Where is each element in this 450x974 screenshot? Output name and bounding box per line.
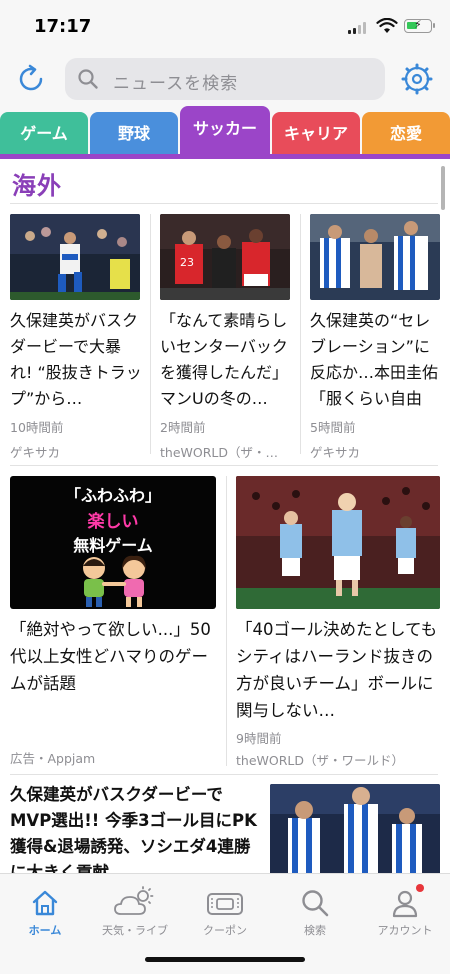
search-input[interactable]: ニュースを検索 [65,58,385,100]
status-bar: 17:17 ⚡ [0,0,450,54]
nav-weather-label: 天気・ライブ [102,924,168,937]
article-time: 9時間前 [236,731,282,746]
search-placeholder: ニュースを検索 [113,74,239,94]
divider [10,203,438,204]
ad-banner-line1: 「ふわふわ」 [64,486,161,505]
wifi-icon [376,18,398,33]
search-header: ニュースを検索 [0,54,450,110]
tab-love[interactable]: 恋愛 [362,112,450,155]
signal-icon [348,22,370,34]
article-card[interactable]: 23 「なんて素晴らしいセンターバックを獲得したんだ」マンUの冬の… 2時間前 … [160,214,290,464]
svg-text:23: 23 [180,256,194,269]
weather-icon [114,886,154,915]
article-card[interactable]: 久保建英がバスクダービーでMVP選出!! 今季3ゴール目にPK獲得&退場誘発、ソ… [10,782,440,874]
search-icon [302,890,329,917]
article-thumbnail [236,476,440,609]
article-title: 久保建英の“セレブレーション”に反応か…本田圭佑「服くらい自由に… [310,311,439,408]
scrollbar[interactable] [441,166,445,210]
home-indicator [145,957,305,962]
article-card[interactable]: 久保建英の“セレブレーション”に反応か…本田圭佑「服くらい自由に… 5時間前 ゲ… [310,214,440,464]
article-source: ゲキサカ [310,445,361,460]
gear-icon[interactable] [400,62,434,96]
article-card[interactable]: 久保建英がバスクダービーで大暴れ! “股抜きトラップ”から… 10時間前 ゲキサ… [10,214,142,464]
ad-sponsor: 広告・Appjam [10,751,96,766]
category-tabs: ゲーム 野球 サッカー キャリア 恋愛 [0,104,450,158]
section-title: 海外 [12,172,62,200]
article-thumbnail [10,214,140,300]
article-title: 久保建英がバスクダービーで大暴れ! “股抜きトラップ”から… [10,311,142,408]
article-title: 久保建英がバスクダービーでMVP選出!! 今季3ゴール目にPK獲得&退場誘発、ソ… [10,785,257,874]
article-time: 10時間前 [10,420,64,435]
article-source: ゲキサカ [10,445,61,460]
ad-banner-line2: 楽しい [87,512,139,532]
ad-banner-line3: 無料ゲーム [73,536,153,555]
nav-home[interactable]: ホーム [0,884,90,938]
battery-icon: ⚡ [404,18,435,33]
home-icon [32,890,58,916]
article-thumbnail [270,784,440,874]
status-time: 17:17 [34,16,92,37]
tab-underline [0,154,450,159]
nav-search[interactable]: 検索 [270,884,360,938]
article-title: 「40ゴール決めたとしてもシティはハーランド抜きの方が良いチーム」ボールに関与し… [236,620,438,720]
article-time: 2時間前 [160,420,206,435]
article-source: theWORLD（ザ・ワールド） [236,753,404,768]
article-source: theWORLD（ザ・… [160,445,278,460]
nav-coupon-label: クーポン [203,924,247,937]
nav-home-label: ホーム [28,924,62,937]
article-time: 5時間前 [310,420,356,435]
ad-title: 「絶対やって欲しい...」50代以上女性どハマりのゲームが話題 [10,620,211,693]
article-thumbnail [310,214,440,300]
tab-baseball[interactable]: 野球 [90,112,178,155]
nav-coupon[interactable]: クーポン [180,884,270,938]
nav-account-label: アカウント [377,924,433,937]
tab-game[interactable]: ゲーム [0,112,88,155]
article-title: 「なんて素晴らしいセンターバックを獲得したんだ」マンUの冬の… [160,311,289,408]
tab-soccer[interactable]: サッカー [180,106,270,155]
ad-card[interactable]: 「ふわふわ」 楽しい 無料ゲーム 「絶対やって欲しい...」50代以上女性どハマ… [10,476,216,766]
kids-illustration [83,555,146,607]
nav-weather[interactable]: 天気・ライブ [90,884,180,938]
ad-banner: 「ふわふわ」 楽しい 無料ゲーム [10,476,216,609]
coupon-icon [207,893,243,915]
reload-icon[interactable] [14,62,48,96]
nav-search-label: 検索 [304,924,326,937]
tab-career[interactable]: キャリア [272,112,360,155]
article-card[interactable]: 「40ゴール決めたとしてもシティはハーランド抜きの方が良いチーム」ボールに関与し… [236,476,440,768]
nav-account[interactable]: アカウント [360,884,450,938]
article-thumbnail: 23 [160,214,290,300]
notification-badge [416,884,424,892]
search-icon [78,69,98,89]
account-icon [392,890,418,918]
